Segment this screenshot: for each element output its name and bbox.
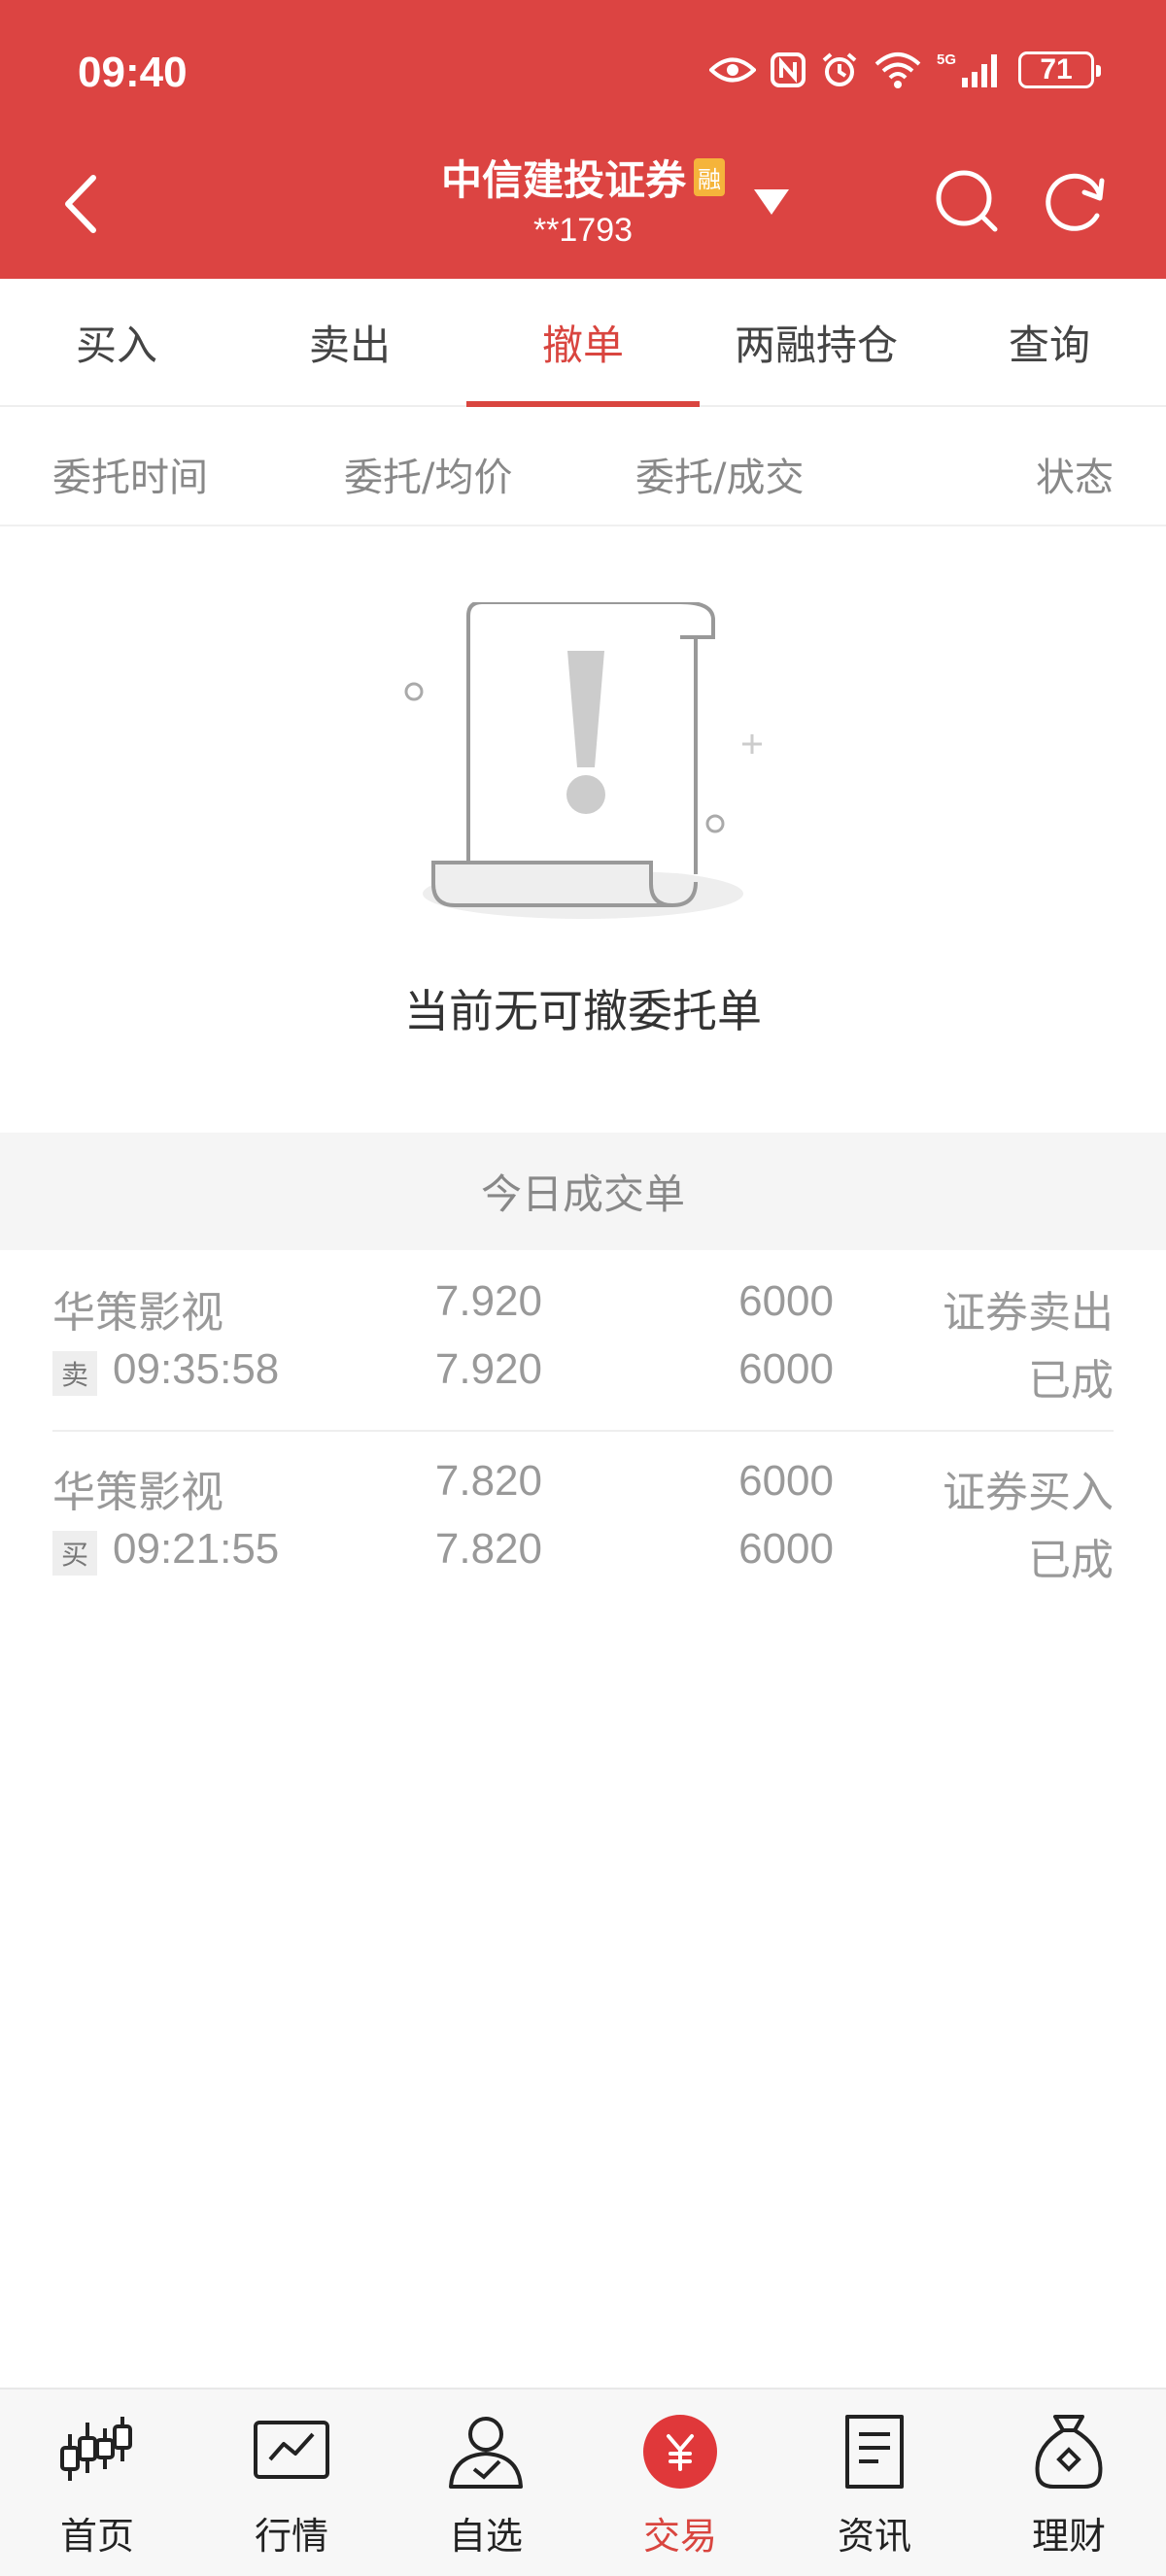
tab-cancel-order[interactable]: 撤单 — [466, 279, 700, 407]
nav-label: 行情 — [254, 2515, 328, 2558]
app-header: 09:40 5G 71 中信建投证券 融 **1793 — [0, 0, 1166, 279]
status-bar: 09:40 5G 71 — [0, 0, 1166, 146]
candlestick-icon — [60, 2417, 132, 2481]
trade-status: 已成 — [1028, 1356, 1114, 1406]
tab-margin-positions[interactable]: 两融持仓 — [700, 279, 933, 405]
avg-price: 7.920 — [434, 1345, 542, 1393]
search-icon — [936, 170, 998, 232]
column-order-avg-price: 委托/均价 — [344, 456, 513, 500]
signal-icon: 5G — [937, 51, 997, 87]
yuan-icon — [643, 2415, 717, 2489]
nav-news[interactable]: 资讯 — [777, 2390, 972, 2576]
filled-quantity: 6000 — [738, 1345, 834, 1393]
trade-tabs: 买入 卖出 撤单 两融持仓 查询 — [0, 279, 1166, 407]
trade-type: 证券买入 — [943, 1468, 1114, 1517]
order-quantity: 6000 — [738, 1457, 834, 1505]
nav-watchlist[interactable]: 自选 — [389, 2390, 583, 2576]
side-badge: 卖 — [52, 1351, 97, 1396]
nav-label: 理财 — [1031, 2515, 1106, 2558]
trade-row[interactable]: 华策影视 卖 09:35:58 7.920 7.920 6000 6000 证券… — [0, 1250, 1166, 1428]
nfc-icon — [771, 52, 806, 87]
nav-market[interactable]: 行情 — [194, 2390, 389, 2576]
status-time: 09:40 — [78, 49, 188, 96]
trade-row[interactable]: 华策影视 买 09:21:55 7.820 7.820 6000 6000 证券… — [0, 1430, 1166, 1608]
tab-query[interactable]: 查询 — [933, 279, 1166, 405]
nav-label: 交易 — [642, 2515, 717, 2558]
order-price: 7.920 — [434, 1277, 542, 1325]
trade-status: 已成 — [1028, 1536, 1114, 1585]
tab-sell[interactable]: 卖出 — [233, 279, 466, 405]
column-order-time: 委托时间 — [52, 456, 208, 500]
refresh-icon — [1046, 173, 1105, 231]
stock-name: 华策影视 — [52, 1468, 223, 1517]
nav-home[interactable]: 首页 — [0, 2390, 194, 2576]
broker-name: 中信建投证券 — [440, 156, 686, 204]
broker-selector[interactable]: 中信建投证券 融 — [441, 148, 725, 207]
tab-buy[interactable]: 买入 — [0, 279, 233, 405]
trade-time: 09:21:55 — [113, 1525, 280, 1573]
empty-state-message: 当前无可撤委托单 — [404, 985, 762, 1037]
margin-badge: 融 — [694, 158, 725, 196]
eye-icon — [709, 57, 756, 83]
order-price: 7.820 — [434, 1457, 542, 1505]
nav-trade[interactable]: 交易 — [583, 2390, 777, 2576]
nav-label: 自选 — [448, 2515, 523, 2558]
column-order-filled: 委托/成交 — [635, 456, 805, 500]
nav-label: 首页 — [59, 2515, 134, 2558]
wifi-icon — [874, 52, 921, 88]
column-headers: 委托时间 委托/均价 委托/成交 状态 — [0, 409, 1166, 526]
today-trades-header: 今日成交单 — [0, 1133, 1166, 1250]
bottom-navigation: 首页 行情 自选 交易 资讯 理财 — [0, 2388, 1166, 2576]
nav-wealth[interactable]: 理财 — [972, 2390, 1166, 2576]
battery-indicator: 71 — [1018, 51, 1101, 88]
trade-type: 证券卖出 — [943, 1288, 1114, 1338]
user-check-icon — [449, 2417, 523, 2489]
refresh-button[interactable] — [1042, 167, 1110, 235]
svg-text:5G: 5G — [937, 51, 956, 68]
status-icons: 5G 71 — [709, 51, 1101, 89]
nav-label: 资讯 — [837, 2515, 911, 2558]
money-bag-icon — [1035, 2415, 1103, 2489]
side-badge: 买 — [52, 1531, 97, 1576]
battery-level: 71 — [1040, 53, 1073, 85]
search-button[interactable] — [933, 167, 1001, 235]
avg-price: 7.820 — [434, 1525, 542, 1573]
alarm-icon — [822, 52, 857, 86]
trade-time: 09:35:58 — [113, 1345, 280, 1393]
column-status: 状态 — [1036, 456, 1114, 500]
empty-document-icon — [404, 602, 762, 919]
document-icon — [845, 2415, 904, 2489]
stock-name: 华策影视 — [52, 1288, 223, 1338]
filled-quantity: 6000 — [738, 1525, 834, 1573]
chart-icon — [254, 2421, 329, 2479]
order-quantity: 6000 — [738, 1277, 834, 1325]
